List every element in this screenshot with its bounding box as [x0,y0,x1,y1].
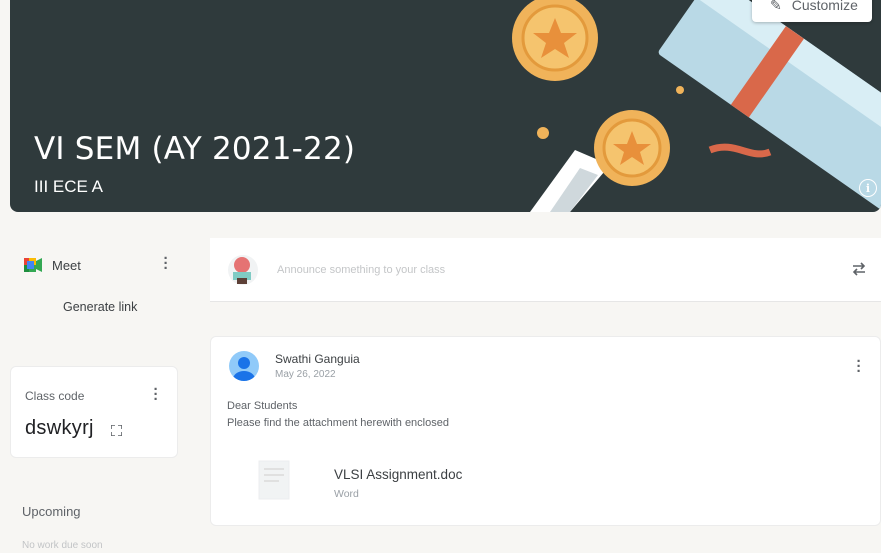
class-code-value: dswkyrj [25,417,94,439]
post-menu-icon[interactable]: · · · [856,354,862,379]
class-banner: VI SEM (AY 2021-22) III ECE A i [10,0,881,212]
upcoming-note: No work due soon [22,540,103,551]
document-thumbnail-icon [258,460,290,500]
pencil-icon: ✎ [770,0,782,13]
announcement-post: Swathi Ganguia May 26, 2022 · · · Dear Stu… [210,336,881,526]
customize-button[interactable]: ✎ Customize [752,0,872,22]
post-date: May 26, 2022 [275,369,336,380]
meet-card: Meet · · · Generate link [10,238,178,330]
person-icon [233,357,255,381]
fullscreen-icon[interactable] [111,425,122,436]
customize-label: Customize [791,0,858,13]
upcoming-card: Upcoming No work due soon [10,488,178,553]
user-avatar [228,255,258,285]
author-avatar [229,351,259,381]
class-code-menu-icon[interactable]: · · · [153,382,159,407]
post-body-line: Dear Students [227,400,298,412]
class-section: III ECE A [34,177,103,196]
class-code-label: Class code [25,389,85,403]
attachment-card[interactable]: VLSI Assignment.doc Word [243,449,563,511]
meet-menu-icon[interactable]: · · · [163,251,169,276]
banner-illustration [512,0,881,212]
repost-icon[interactable] [850,260,868,278]
meet-label: Meet [52,258,81,273]
post-body-line: Please find the attachment herewith encl… [227,417,449,429]
class-code-card: Class code · · · dswkyrj [10,366,178,458]
announce-placeholder: Announce something to your class [277,264,446,276]
google-meet-icon [24,258,42,272]
attachment-name: VLSI Assignment.doc [334,467,463,482]
attachment-type: Word [334,488,359,500]
generate-link-button[interactable]: Generate link [63,300,137,314]
info-icon[interactable]: i [859,179,877,197]
announce-box[interactable]: Announce something to your class [210,238,881,302]
class-title: VI SEM (AY 2021-22) [34,131,356,167]
upcoming-title: Upcoming [22,504,81,519]
post-author: Swathi Ganguia [275,352,360,366]
